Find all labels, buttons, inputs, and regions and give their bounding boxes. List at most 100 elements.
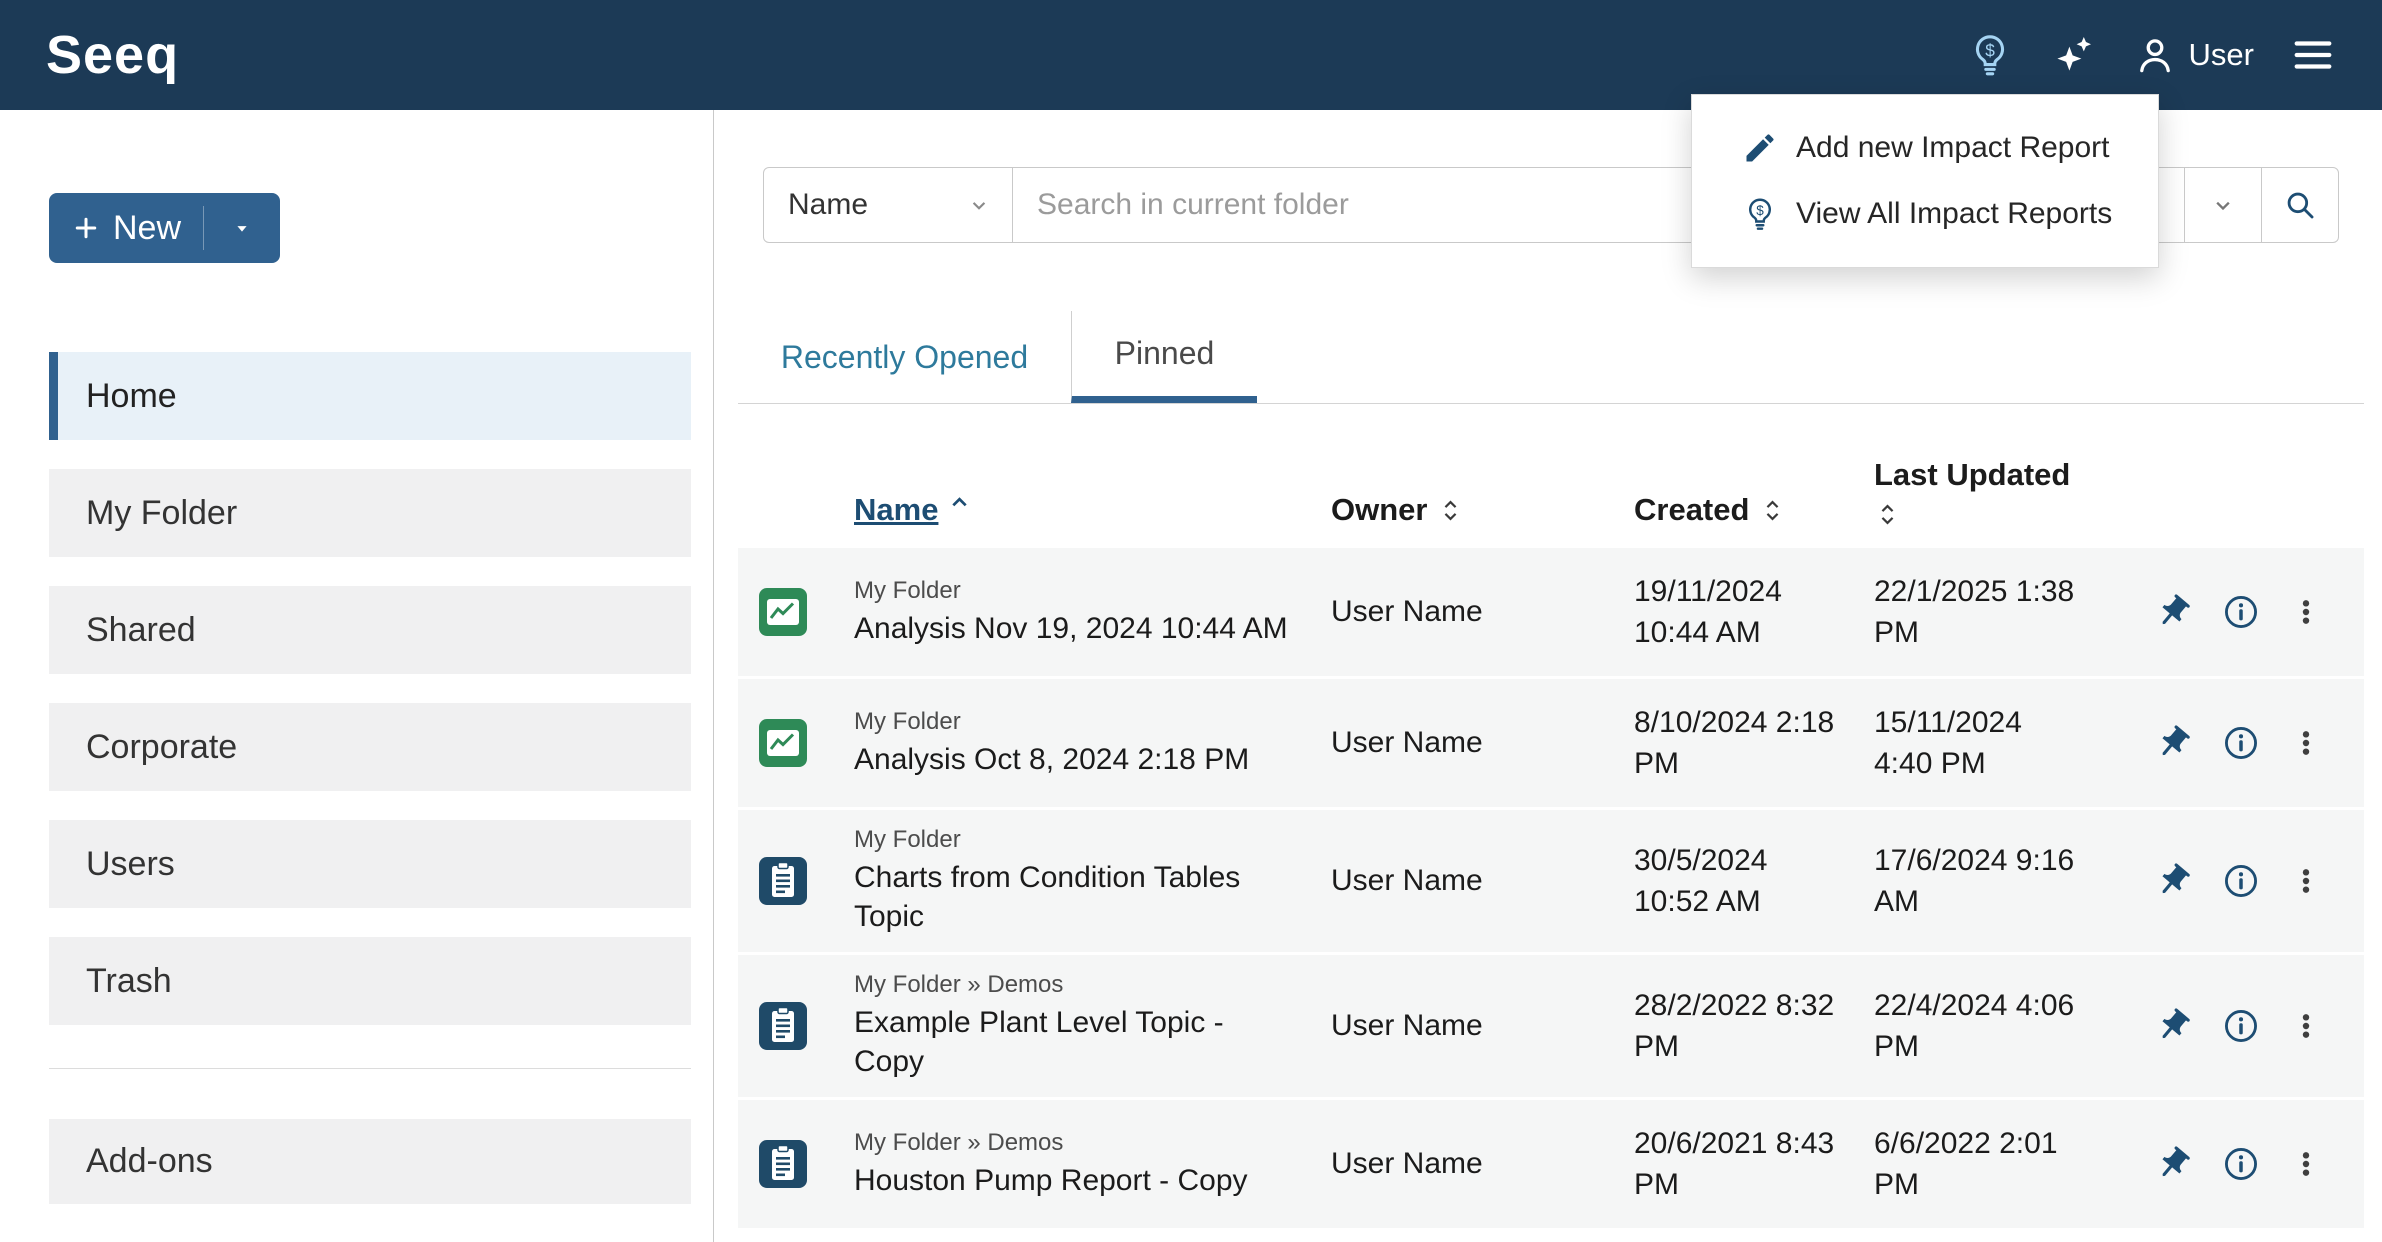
- row-icon-cell: [738, 588, 834, 636]
- menu-item-add-impact-report[interactable]: Add new Impact Report: [1692, 115, 2158, 181]
- owner-cell: User Name: [1311, 726, 1612, 760]
- row-name-cell: My Folder » Demos Example Plant Level To…: [834, 971, 1311, 1081]
- sidebar-item-users[interactable]: Users: [49, 820, 691, 908]
- folder-path-link[interactable]: My Folder: [854, 708, 1311, 736]
- unpin-button[interactable]: [2154, 593, 2192, 631]
- menu-item-view-impact-reports[interactable]: $ View All Impact Reports: [1692, 181, 2158, 247]
- table-row-analysis-nov-19-2024-10-44-am[interactable]: My Folder Analysis Nov 19, 2024 10:44 AM…: [738, 548, 2364, 679]
- table-row-analysis-oct-8-2024-2-18-pm[interactable]: My Folder Analysis Oct 8, 2024 2:18 PM U…: [738, 679, 2364, 810]
- sidebar-item-home[interactable]: Home: [49, 352, 691, 440]
- document-link[interactable]: Analysis Nov 19, 2024 10:44 AM: [854, 609, 1299, 648]
- more-options-button[interactable]: [2290, 865, 2322, 897]
- sidebar-item-shared[interactable]: Shared: [49, 586, 691, 674]
- created-cell: 8/10/2024 2:18 PM: [1612, 702, 1852, 785]
- user-menu-button[interactable]: User: [2129, 29, 2258, 81]
- search-field-select[interactable]: Name: [763, 167, 1013, 243]
- ai-assistant-button[interactable]: [2045, 27, 2101, 83]
- updated-value: 22/4/2024 4:06 PM: [1874, 985, 2086, 1068]
- new-button[interactable]: New: [49, 193, 280, 263]
- sidebar-item-my-folder[interactable]: My Folder: [49, 469, 691, 557]
- svg-text:$: $: [1756, 203, 1764, 218]
- more-options-button[interactable]: [2290, 1148, 2322, 1180]
- new-button-caret[interactable]: [204, 217, 280, 239]
- user-label: User: [2189, 37, 2254, 73]
- updated-cell: 22/4/2024 4:06 PM: [1852, 985, 2132, 1068]
- more-options-button[interactable]: [2290, 596, 2322, 628]
- row-icon-cell: [738, 1140, 834, 1188]
- owner-cell: User Name: [1311, 1147, 1612, 1181]
- info-button[interactable]: [2222, 724, 2260, 762]
- folder-path-link[interactable]: My Folder: [854, 577, 1311, 605]
- hamburger-menu-button[interactable]: [2286, 28, 2340, 82]
- topic-icon: [759, 1002, 807, 1050]
- sort-header-name[interactable]: Name: [834, 492, 1311, 528]
- document-link[interactable]: Houston Pump Report - Copy: [854, 1161, 1299, 1200]
- created-value: 28/2/2022 8:32 PM: [1634, 985, 1842, 1068]
- updated-cell: 15/11/2024 4:40 PM: [1852, 702, 2132, 785]
- updated-value: 6/6/2022 2:01 PM: [1874, 1123, 2086, 1206]
- sidebar-nav: Home My Folder Shared Corporate Users Tr…: [49, 352, 691, 1054]
- search-submit-button[interactable]: [2261, 167, 2339, 243]
- document-link[interactable]: Example Plant Level Topic - Copy: [854, 1003, 1299, 1081]
- user-icon: [2133, 33, 2177, 77]
- lightbulb-icon: $: [1742, 196, 1778, 232]
- kebab-menu-icon: [2290, 596, 2322, 628]
- sort-icon: [1874, 501, 1901, 528]
- row-name-cell: My Folder Analysis Nov 19, 2024 10:44 AM: [834, 577, 1311, 648]
- unpin-button[interactable]: [2154, 724, 2192, 762]
- folder-path-link[interactable]: My Folder » Demos: [854, 1129, 1311, 1157]
- more-options-button[interactable]: [2290, 1010, 2322, 1042]
- sidebar-item-trash[interactable]: Trash: [49, 937, 691, 1025]
- new-button-label: New: [113, 209, 181, 248]
- unpin-button[interactable]: [2154, 862, 2192, 900]
- search-options-button[interactable]: [2184, 167, 2262, 243]
- sort-header-last-updated[interactable]: Last Updated: [1852, 457, 2132, 528]
- pin-icon: [2154, 1007, 2192, 1045]
- info-button[interactable]: [2222, 593, 2260, 631]
- column-label-created: Created: [1634, 492, 1749, 528]
- info-button[interactable]: [2222, 862, 2260, 900]
- table-row-houston-pump-report-copy[interactable]: My Folder » Demos Houston Pump Report - …: [738, 1100, 2364, 1231]
- seeq-logo[interactable]: Seeq: [46, 24, 179, 86]
- folder-path-link[interactable]: My Folder: [854, 826, 1311, 854]
- kebab-menu-icon: [2290, 865, 2322, 897]
- sidebar-item-corporate[interactable]: Corporate: [49, 703, 691, 791]
- created-cell: 30/5/2024 10:52 AM: [1612, 840, 1852, 923]
- unpin-button[interactable]: [2154, 1007, 2192, 1045]
- sidebar-item-add-ons[interactable]: Add-ons: [49, 1119, 691, 1204]
- topic-icon: [759, 857, 807, 905]
- info-button[interactable]: [2222, 1007, 2260, 1045]
- document-link[interactable]: Charts from Condition Tables Topic: [854, 858, 1299, 936]
- created-cell: 20/6/2021 8:43 PM: [1612, 1123, 1852, 1206]
- document-link[interactable]: Analysis Oct 8, 2024 2:18 PM: [854, 740, 1299, 779]
- table-row-example-plant-level-topic-copy[interactable]: My Folder » Demos Example Plant Level To…: [738, 955, 2364, 1100]
- created-value: 20/6/2021 8:43 PM: [1634, 1123, 1842, 1206]
- menu-item-label: View All Impact Reports: [1796, 197, 2112, 231]
- info-button[interactable]: [2222, 1145, 2260, 1183]
- row-icon-cell: [738, 1002, 834, 1050]
- caret-down-icon: [231, 217, 253, 239]
- updated-value: 17/6/2024 9:16 AM: [1874, 840, 2086, 923]
- kebab-menu-icon: [2290, 1010, 2322, 1042]
- table-row-charts-from-condition-tables-topic[interactable]: My Folder Charts from Condition Tables T…: [738, 810, 2364, 955]
- info-icon: [2222, 1145, 2260, 1183]
- row-icon-cell: [738, 857, 834, 905]
- sort-header-created[interactable]: Created: [1612, 492, 1852, 528]
- tab-recently-opened[interactable]: Recently Opened: [738, 311, 1071, 403]
- table-header: Name Owner Created: [738, 433, 2364, 548]
- updated-value: 15/11/2024 4:40 PM: [1874, 702, 2086, 785]
- updated-cell: 17/6/2024 9:16 AM: [1852, 840, 2132, 923]
- info-icon: [2222, 724, 2260, 762]
- updated-value: 22/1/2025 1:38 PM: [1874, 571, 2086, 654]
- sort-header-owner[interactable]: Owner: [1311, 492, 1612, 528]
- analysis-icon: [759, 719, 807, 767]
- impact-reports-button[interactable]: $: [1963, 28, 2017, 82]
- unpin-button[interactable]: [2154, 1145, 2192, 1183]
- tab-pinned[interactable]: Pinned: [1071, 311, 1257, 403]
- folder-path-link[interactable]: My Folder » Demos: [854, 971, 1311, 999]
- column-label-owner: Owner: [1331, 492, 1427, 528]
- search-field-value: Name: [788, 188, 868, 222]
- more-options-button[interactable]: [2290, 727, 2322, 759]
- owner-cell: User Name: [1311, 1009, 1612, 1043]
- pin-icon: [2154, 1145, 2192, 1183]
